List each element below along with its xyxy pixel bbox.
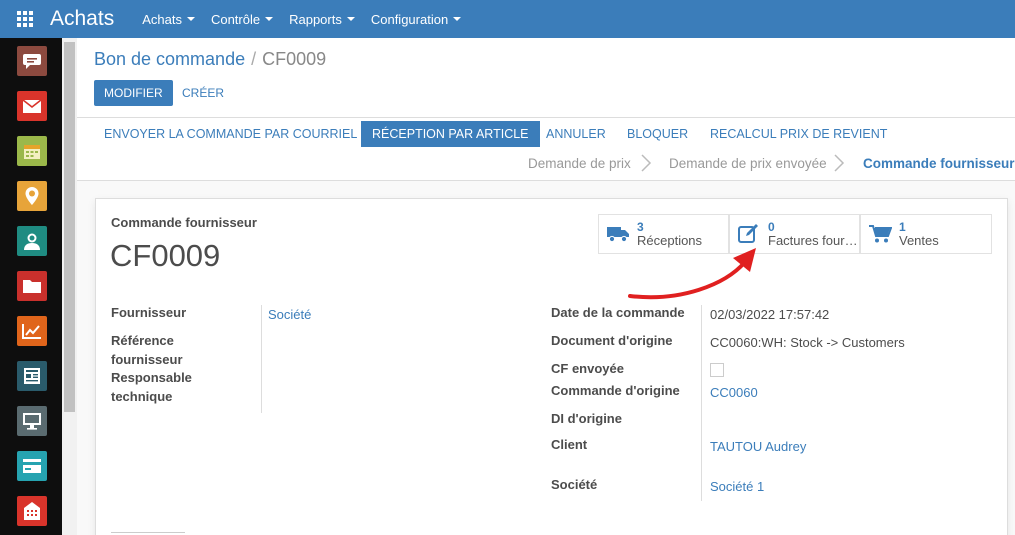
app-sidebar: [0, 38, 62, 535]
contacts-icon[interactable]: [17, 226, 47, 256]
origin-order-label: Commande d'origine: [551, 383, 680, 398]
menu-rapports[interactable]: Rapports: [289, 12, 355, 27]
app-title: Achats: [50, 7, 115, 30]
client-label: Client: [551, 437, 588, 452]
chevron-down-icon: [265, 17, 274, 21]
folder-icon[interactable]: [17, 271, 47, 301]
menu-controle-label: Contrôle: [210, 11, 261, 27]
stage-demande-de-prix[interactable]: Demande de prix: [528, 154, 631, 172]
chevron-down-icon: [186, 17, 195, 21]
order-date-label: Date de la commande: [551, 305, 685, 320]
scrollbar-thumb[interactable]: [64, 42, 75, 412]
calendar-icon[interactable]: [17, 136, 47, 166]
invoices-label: Factures four…: [768, 234, 858, 248]
origin-order-value[interactable]: CC0060: [710, 385, 758, 400]
stage-commande-fournisseur: Commande fournisseur: [863, 155, 1015, 171]
chevron-down-icon: [346, 17, 355, 21]
source-doc-value: CC0060:WH: Stock -> Customers: [710, 335, 905, 350]
supplier-value[interactable]: Société: [268, 307, 311, 322]
origin-di-label: DI d'origine: [551, 411, 622, 426]
menu-configuration[interactable]: Configuration: [370, 11, 462, 27]
invoices-count: 0: [768, 220, 775, 234]
sidebar-scrollbar[interactable]: [62, 38, 77, 535]
field-separator: [261, 305, 262, 413]
newspaper-icon[interactable]: [17, 361, 47, 391]
breadcrumb-separator: /: [251, 49, 257, 69]
recompute-cost-button[interactable]: RECALCUL PRIX DE REVIENT: [699, 121, 898, 147]
menu-rapports-label: Rapports: [289, 11, 342, 27]
company-label: Société: [551, 477, 598, 492]
store-icon[interactable]: [17, 496, 47, 526]
source-doc-label: Document d'origine: [551, 333, 673, 348]
send-po-email-button[interactable]: ENVOYER LA COMMANDE PAR COURRIEL: [93, 121, 368, 147]
annotation-arrow-icon: [628, 248, 756, 300]
monitor-icon[interactable]: [17, 406, 47, 436]
menu-achats[interactable]: Achats: [142, 12, 195, 27]
mail-icon[interactable]: [17, 91, 47, 121]
receive-by-product-button[interactable]: RÉCEPTION PAR ARTICLE: [361, 121, 540, 147]
sales-count: 1: [899, 220, 906, 234]
supplier-label: Fournisseur: [111, 305, 187, 320]
app-switcher-icon[interactable]: [0, 0, 50, 38]
create-button[interactable]: CRÉER: [182, 80, 224, 106]
menu-controle[interactable]: Contrôle: [210, 11, 274, 27]
sales-smart-button[interactable]: 1 Ventes: [860, 214, 992, 254]
breadcrumb-parent-link[interactable]: Bon de commande: [94, 49, 245, 69]
record-name: CF0009: [110, 238, 221, 273]
cf-sent-label: CF envoyée: [551, 361, 624, 376]
cancel-order-button[interactable]: ANNULER: [535, 121, 617, 147]
cart-icon: [861, 224, 899, 244]
sales-label: Ventes: [899, 234, 939, 248]
tech-manager-label: Responsable technique: [111, 370, 192, 404]
receptions-count: 3: [637, 220, 644, 234]
breadcrumb-current: CF0009: [262, 49, 327, 69]
order-date-value: 02/03/2022 17:57:42: [710, 307, 830, 322]
discuss-icon[interactable]: [17, 46, 47, 76]
menu-configuration-label: Configuration: [370, 11, 449, 27]
stage-demande-envoyee[interactable]: Demande de prix envoyée: [669, 154, 827, 172]
chevron-right-icon: [834, 154, 845, 172]
block-order-button[interactable]: BLOQUER: [616, 121, 699, 147]
supplier-ref-label: Référence fournisseur: [111, 333, 183, 367]
cf-sent-checkbox[interactable]: [710, 363, 724, 377]
chart-icon[interactable]: [17, 316, 47, 346]
location-icon[interactable]: [17, 181, 47, 211]
field-separator: [701, 305, 702, 501]
company-value[interactable]: Société 1: [710, 479, 764, 494]
menu-achats-label: Achats: [142, 11, 182, 27]
top-navbar: Achats Achats Contrôle Rapports Configur…: [0, 0, 1015, 38]
client-value[interactable]: TAUTOU Audrey: [710, 439, 806, 454]
record-type-label: Commande fournisseur: [111, 215, 257, 230]
chevron-right-icon: [641, 154, 652, 172]
edit-button[interactable]: MODIFIER: [94, 80, 173, 106]
card-icon[interactable]: [17, 451, 47, 481]
control-panel-divider: [77, 117, 1015, 118]
chevron-down-icon: [453, 17, 462, 21]
breadcrumb: Bon de commande / CF0009: [94, 49, 326, 70]
